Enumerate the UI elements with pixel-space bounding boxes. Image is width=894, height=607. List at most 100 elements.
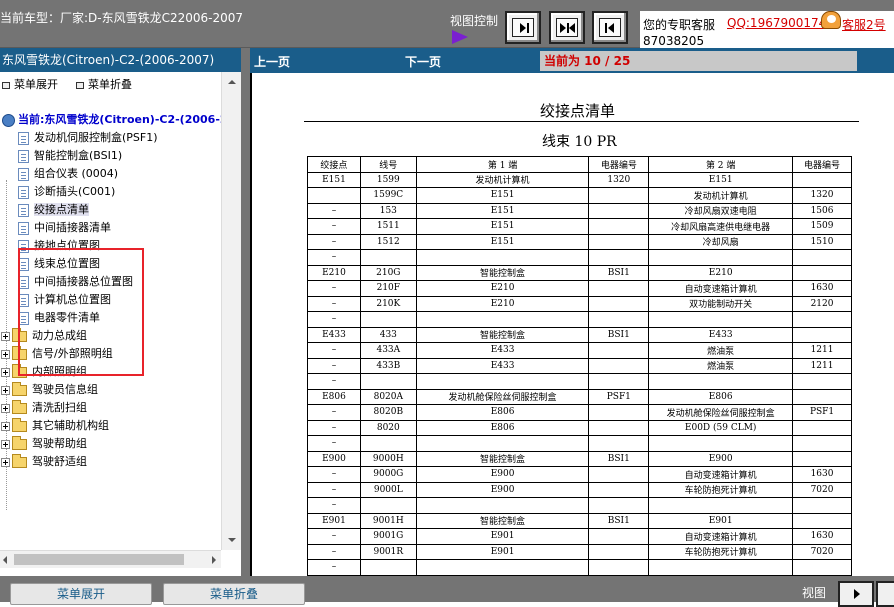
table-cell (415, 373, 590, 390)
tree-folder-comfort[interactable]: 驾驶舒适组 (1, 453, 87, 472)
table-cell (588, 528, 650, 545)
qq-avatar-icon[interactable] (821, 11, 841, 29)
pane-divider[interactable] (241, 48, 250, 576)
table-cell: 1510 (792, 233, 852, 250)
menu-collapse-tool[interactable]: 菜单折叠 (76, 76, 132, 94)
table-cell: E00D (59 CLM) (648, 419, 794, 436)
table-cell (792, 171, 852, 188)
service-agent-link[interactable]: 客服2号 (842, 16, 886, 33)
table-cell (588, 466, 650, 483)
bottom-next-view-button[interactable] (838, 581, 874, 607)
table-cell: 发动机计算机 (415, 171, 590, 188)
next-page-link[interactable]: 下一页 (405, 53, 441, 70)
table-row: –8020 E806 E00D (59 CLM) (307, 419, 852, 436)
tree-folder-label: 驾驶员信息组 (32, 383, 98, 396)
tree-folder-wipers[interactable]: 清洗刮扫组 (1, 399, 87, 418)
tree-item-instrument[interactable]: 组合仪表 (0004) (18, 166, 118, 184)
sidebar-title: 东风雪铁龙(Citroen)-C2-(2006-2007) (0, 48, 221, 72)
table-cell: 智能控制盒 (415, 450, 590, 467)
table-cell: 433A (359, 342, 417, 359)
table-cell: 1512 (359, 233, 417, 250)
table-cell: 1506 (792, 202, 852, 219)
table-cell (359, 435, 417, 452)
fit-view-button[interactable] (549, 11, 585, 44)
tree-folder-label: 驾驶帮助组 (32, 437, 87, 450)
next-view-button[interactable] (505, 11, 541, 44)
table-cell: 9001H (359, 512, 417, 529)
table-cell: 冷却风扇高速供电继电器 (648, 218, 794, 235)
expand-icon (2, 81, 10, 89)
bottom-fit-view-button[interactable] (876, 581, 894, 607)
tree-item-connector-list[interactable]: 中间插接器清单 (18, 220, 111, 238)
expand-plus-icon[interactable] (1, 331, 10, 341)
table-cell: E433 (307, 326, 361, 343)
sidebar-horizontal-scrollbar[interactable] (0, 550, 221, 568)
menu-expand-tool[interactable]: 菜单展开 (2, 76, 58, 94)
table-cell: 冷却风扇双速电阻 (648, 202, 794, 219)
table-cell (792, 450, 852, 467)
arrow-right-icon (854, 589, 860, 599)
scroll-down-icon[interactable] (228, 538, 236, 542)
table-row: –1511 E151 冷却风扇高速供电继电器 1509 (307, 218, 852, 235)
table-cell (359, 311, 417, 328)
scroll-up-icon[interactable] (228, 80, 236, 84)
table-cell: 9001R (359, 543, 417, 560)
header-end2: 第 2 端 (648, 156, 794, 173)
tree-item-psf1[interactable]: 发动机伺服控制盒(PSF1) (18, 130, 158, 148)
scroll-thumb[interactable] (14, 554, 184, 565)
tree-folder-driver-info[interactable]: 驾驶员信息组 (1, 381, 98, 400)
table-cell: – (307, 497, 361, 514)
table-cell (588, 543, 650, 560)
view-control-arrow-icon[interactable] (452, 30, 468, 44)
table-row: – (307, 311, 852, 328)
table-cell (792, 388, 852, 405)
table-cell: – (307, 435, 361, 452)
tree-folder-aux[interactable]: 其它辅助机构组 (1, 417, 109, 436)
table-cell (415, 311, 590, 328)
table-cell: 自动变速箱计算机 (648, 280, 794, 297)
sidebar-vertical-scrollbar[interactable] (221, 72, 241, 550)
folder-icon (12, 399, 27, 414)
scroll-right-icon[interactable] (212, 556, 216, 564)
header-part1: 电器编号 (588, 156, 650, 173)
table-cell: PSF1 (588, 388, 650, 405)
prev-view-button[interactable] (592, 11, 628, 44)
table-row: – (307, 249, 852, 266)
table-cell: 210G (359, 264, 417, 281)
expand-plus-icon[interactable] (1, 439, 10, 449)
table-cell: E901 (648, 512, 794, 529)
table-cell: – (307, 373, 361, 390)
table-cell: 210K (359, 295, 417, 312)
table-cell (792, 419, 852, 436)
tree-current-node[interactable]: 当前:东风雪铁龙(Citroen)-C2-(2006-20 (2, 112, 221, 130)
table-cell: – (307, 419, 361, 436)
table-cell: 2120 (792, 295, 852, 312)
scroll-left-icon[interactable] (3, 556, 7, 564)
table-cell: 9000H (359, 450, 417, 467)
table-cell: 车轮防抱死计算机 (648, 543, 794, 560)
expand-plus-icon[interactable] (1, 403, 10, 413)
table-row: –210F E210 自动变速箱计算机 1630 (307, 280, 852, 297)
expand-plus-icon[interactable] (1, 367, 10, 377)
table-cell: – (307, 481, 361, 498)
service-qq-link[interactable]: QQ:1967900174 (727, 16, 826, 30)
tree-item-diag[interactable]: 诊断插头(C001) (18, 184, 115, 202)
table-row: E901 9001H 智能控制盒 BSI1 E901 (307, 512, 852, 529)
table-cell: 9000G (359, 466, 417, 483)
expand-plus-icon[interactable] (1, 385, 10, 395)
table-cell: – (307, 559, 361, 576)
table-cell: – (307, 202, 361, 219)
table-cell: 双功能制动开关 (648, 295, 794, 312)
table-cell (792, 326, 852, 343)
tree-folder-driving-help[interactable]: 驾驶帮助组 (1, 435, 87, 454)
expand-plus-icon[interactable] (1, 457, 10, 467)
prev-page-link[interactable]: 上一页 (254, 53, 290, 70)
expand-plus-icon[interactable] (1, 421, 10, 431)
tree-folder-label: 清洗刮扫组 (32, 401, 87, 414)
tree-item-bsi1[interactable]: 智能控制盒(BSI1) (18, 148, 122, 166)
tree-folder-label: 驾驶舒适组 (32, 455, 87, 468)
tree-item-splice-list[interactable]: 绞接点清单 (18, 202, 89, 220)
collapse-icon (76, 81, 84, 89)
expand-plus-icon[interactable] (1, 349, 10, 359)
sidebar: 东风雪铁龙(Citroen)-C2-(2006-2007) 菜单展开 菜单折叠 … (0, 48, 241, 576)
